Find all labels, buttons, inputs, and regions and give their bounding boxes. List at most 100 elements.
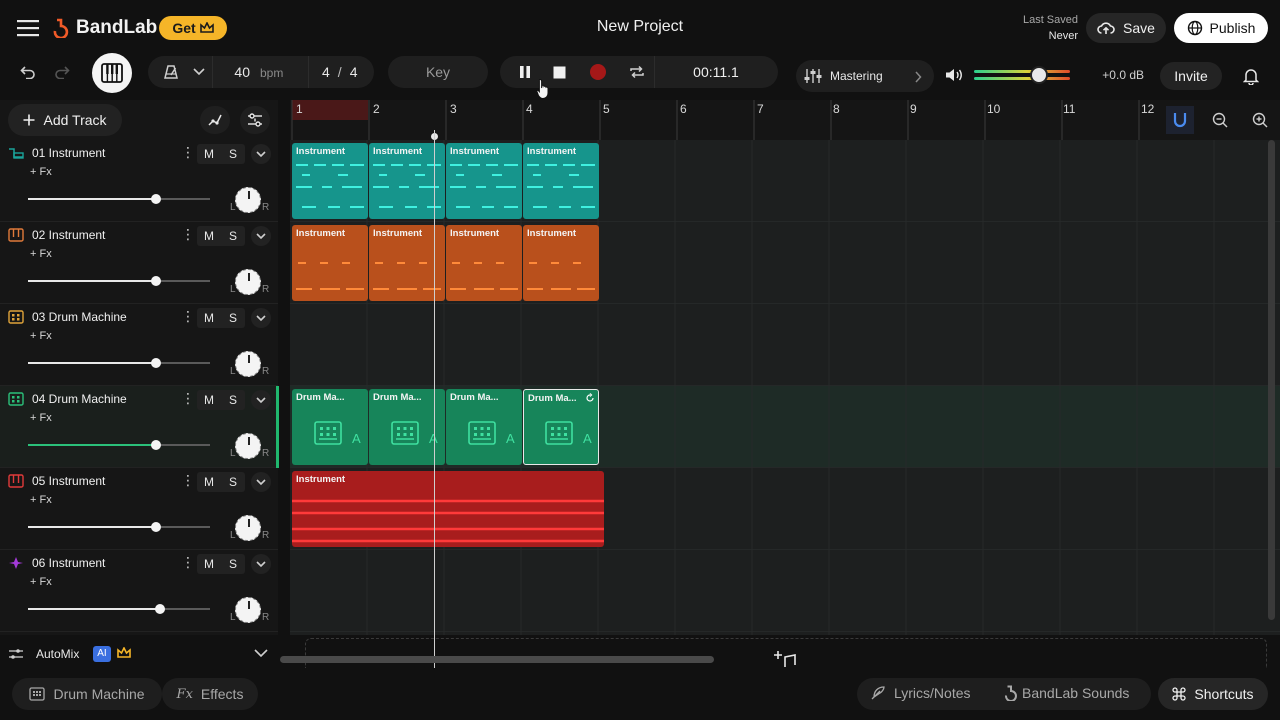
solo-button[interactable]: S bbox=[221, 472, 245, 492]
keyboard-button[interactable] bbox=[92, 53, 132, 93]
volume-icon[interactable] bbox=[944, 66, 964, 84]
track-name[interactable]: 06 Instrument bbox=[32, 556, 105, 570]
bell-icon[interactable] bbox=[1236, 62, 1266, 90]
bpm-input[interactable]: 40 bpm bbox=[226, 64, 296, 82]
drum-machine-tab[interactable]: Drum Machine bbox=[12, 678, 162, 710]
mute-button[interactable]: M bbox=[197, 472, 221, 492]
track-row[interactable]: 02 Instrument + Fx ⋮ MS L R bbox=[0, 222, 278, 304]
mute-button[interactable]: M bbox=[197, 226, 221, 246]
key-selector[interactable]: Key bbox=[388, 56, 488, 88]
mute-button[interactable]: M bbox=[197, 390, 221, 410]
loop-icon[interactable] bbox=[626, 62, 648, 82]
save-button[interactable]: Save bbox=[1086, 13, 1166, 43]
chevron-down-icon[interactable] bbox=[251, 472, 271, 492]
zoom-out-icon[interactable] bbox=[1208, 108, 1232, 132]
project-title[interactable]: New Project bbox=[540, 18, 740, 36]
drum-clip[interactable]: Drum Ma... A bbox=[292, 389, 368, 465]
horizontal-scrollbar[interactable] bbox=[280, 656, 714, 663]
track-volume-slider[interactable] bbox=[28, 276, 210, 286]
pan-knob[interactable] bbox=[235, 597, 261, 623]
mute-button[interactable]: M bbox=[197, 144, 221, 164]
track-name[interactable]: 03 Drum Machine bbox=[32, 310, 127, 324]
chevron-down-icon[interactable] bbox=[251, 226, 271, 246]
chevron-down-icon[interactable] bbox=[251, 144, 271, 164]
chevron-down-icon[interactable] bbox=[251, 390, 271, 410]
redo-icon[interactable] bbox=[50, 62, 74, 82]
metronome-icon[interactable] bbox=[160, 62, 182, 82]
pan-knob[interactable] bbox=[235, 187, 261, 213]
track-name[interactable]: 05 Instrument bbox=[32, 474, 105, 488]
midi-clip[interactable]: Instrument bbox=[446, 225, 522, 301]
add-loop-icon[interactable] bbox=[772, 650, 798, 668]
solo-button[interactable]: S bbox=[221, 390, 245, 410]
automix-panel[interactable]: AutoMix AI bbox=[0, 635, 278, 673]
mastering-button[interactable]: Mastering bbox=[796, 60, 934, 92]
menu-icon[interactable] bbox=[16, 16, 40, 40]
add-fx-button[interactable]: + Fx bbox=[30, 576, 52, 588]
track-volume-slider[interactable] bbox=[28, 358, 210, 368]
pause-icon[interactable] bbox=[514, 62, 536, 82]
vertical-scrollbar[interactable] bbox=[1268, 140, 1275, 620]
track-settings-icon[interactable] bbox=[240, 106, 270, 134]
solo-button[interactable]: S bbox=[221, 144, 245, 164]
chevron-down-icon[interactable] bbox=[251, 308, 271, 328]
pan-knob[interactable] bbox=[235, 515, 261, 541]
track-volume-slider[interactable] bbox=[28, 194, 210, 204]
record-icon[interactable] bbox=[586, 62, 610, 82]
more-options-icon[interactable]: ⋮ bbox=[181, 226, 195, 243]
add-fx-button[interactable]: + Fx bbox=[30, 166, 52, 178]
time-signature[interactable]: 4 / 4 bbox=[322, 64, 362, 82]
chevron-down-icon[interactable] bbox=[254, 649, 268, 658]
metronome-chevron-down-icon[interactable] bbox=[190, 62, 208, 82]
pan-knob[interactable] bbox=[235, 433, 261, 459]
add-fx-button[interactable]: + Fx bbox=[30, 412, 52, 424]
track-name[interactable]: 01 Instrument bbox=[32, 146, 105, 160]
track-row[interactable]: 03 Drum Machine + Fx ⋮ MS L R bbox=[0, 304, 278, 386]
lyrics-notes-tab[interactable]: Lyrics/Notes bbox=[870, 685, 971, 701]
track-row[interactable]: 01 Instrument + Fx ⋮ MS L R bbox=[0, 140, 278, 222]
pan-knob[interactable] bbox=[235, 269, 261, 295]
playhead[interactable] bbox=[434, 130, 435, 668]
track-volume-slider[interactable] bbox=[28, 440, 210, 450]
midi-clip[interactable]: Instrument bbox=[446, 143, 522, 219]
pan-knob[interactable] bbox=[235, 351, 261, 377]
more-options-icon[interactable]: ⋮ bbox=[181, 308, 195, 325]
invite-button[interactable]: Invite bbox=[1160, 62, 1222, 90]
undo-icon[interactable] bbox=[16, 62, 40, 82]
more-options-icon[interactable]: ⋮ bbox=[181, 472, 195, 489]
track-row-selected[interactable]: 04 Drum Machine + Fx ⋮ MS L R bbox=[0, 386, 279, 468]
add-fx-button[interactable]: + Fx bbox=[30, 248, 52, 260]
more-options-icon[interactable]: ⋮ bbox=[181, 554, 195, 571]
solo-button[interactable]: S bbox=[221, 226, 245, 246]
drum-clip[interactable]: Drum Ma... A bbox=[446, 389, 522, 465]
more-options-icon[interactable]: ⋮ bbox=[181, 390, 195, 407]
midi-clip[interactable]: Instrument bbox=[292, 143, 368, 219]
more-options-icon[interactable]: ⋮ bbox=[181, 144, 195, 161]
chevron-down-icon[interactable] bbox=[251, 554, 271, 574]
solo-button[interactable]: S bbox=[221, 554, 245, 574]
mute-button[interactable]: M bbox=[197, 308, 221, 328]
track-volume-slider[interactable] bbox=[28, 604, 210, 614]
magnet-snap-icon[interactable] bbox=[1166, 106, 1194, 134]
automation-icon[interactable] bbox=[200, 106, 230, 134]
effects-tab[interactable]: Fx Effects bbox=[162, 678, 258, 710]
mute-button[interactable]: M bbox=[197, 554, 221, 574]
shortcuts-button[interactable]: Shortcuts bbox=[1158, 678, 1268, 710]
solo-button[interactable]: S bbox=[221, 308, 245, 328]
add-fx-button[interactable]: + Fx bbox=[30, 494, 52, 506]
track-name[interactable]: 02 Instrument bbox=[32, 228, 105, 242]
zoom-in-icon[interactable] bbox=[1248, 108, 1272, 132]
timeline-ruler[interactable]: 1 2 3 4 5 6 7 8 9 10 11 12 bbox=[290, 100, 1280, 140]
midi-clip[interactable]: Instrument bbox=[523, 225, 599, 301]
get-membership-button[interactable]: Get bbox=[159, 16, 227, 40]
master-volume-slider[interactable] bbox=[974, 66, 1070, 84]
volume-knob[interactable] bbox=[1030, 66, 1048, 84]
bandlab-logo[interactable]: BandLab bbox=[52, 14, 157, 42]
track-row[interactable]: 05 Instrument + Fx ⋮ MS L R bbox=[0, 468, 278, 550]
midi-clip[interactable]: Instrument bbox=[292, 225, 368, 301]
midi-clip[interactable]: Instrument bbox=[523, 143, 599, 219]
add-track-button[interactable]: Add Track bbox=[8, 104, 122, 136]
track-row[interactable]: 06 Instrument + Fx ⋮ MS L R bbox=[0, 550, 278, 632]
publish-button[interactable]: Publish bbox=[1174, 13, 1268, 43]
track-name[interactable]: 04 Drum Machine bbox=[32, 392, 127, 406]
